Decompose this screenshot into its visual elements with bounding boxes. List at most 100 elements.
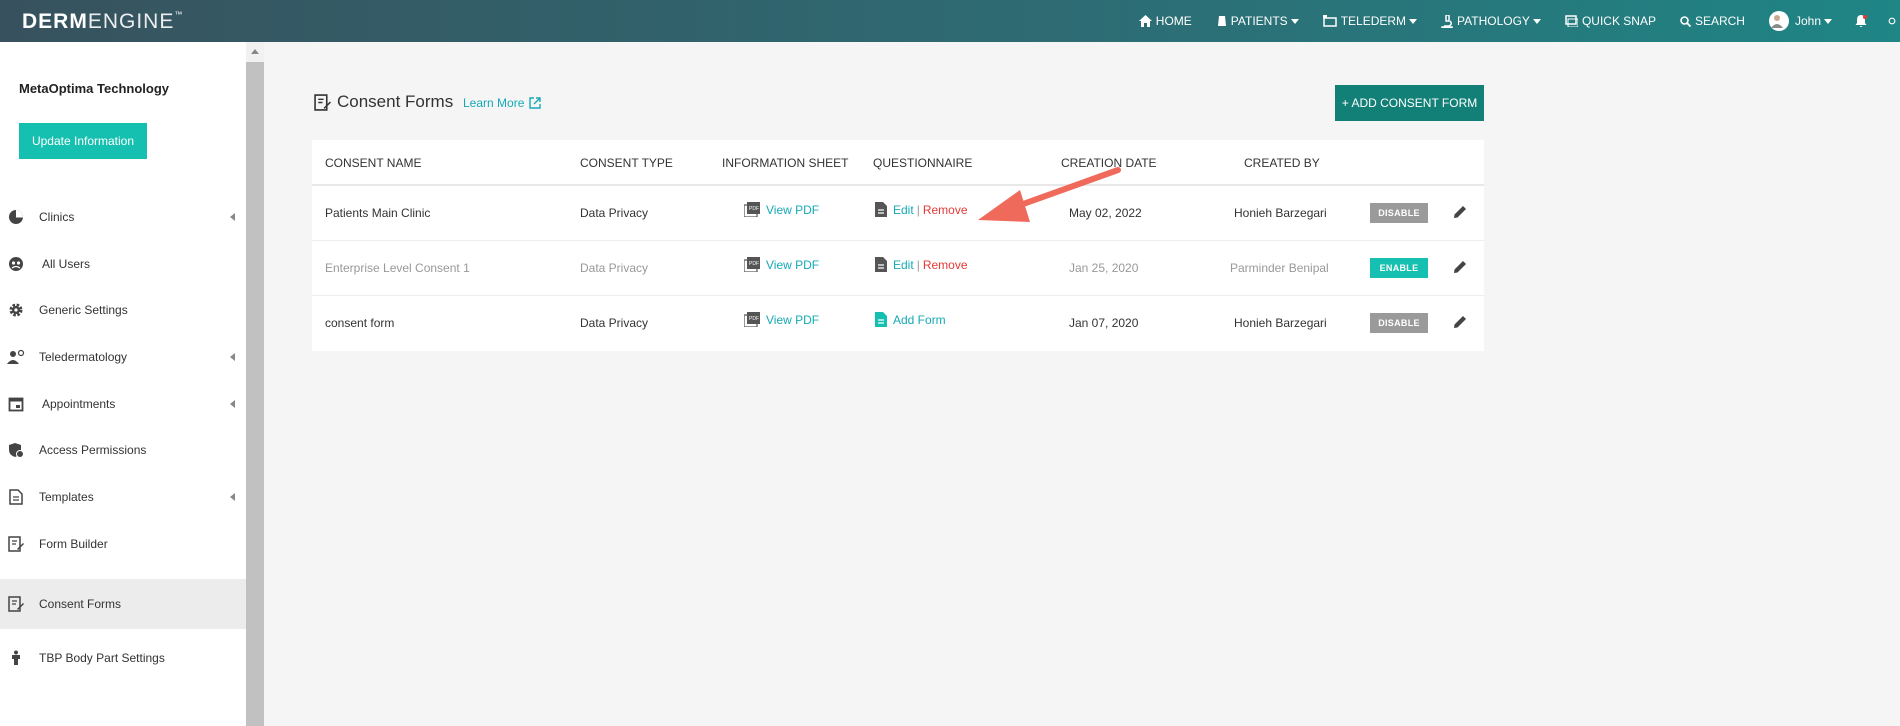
organization-name: MetaOptima Technology — [19, 81, 169, 96]
learn-more-link[interactable]: Learn More — [463, 96, 542, 110]
consent-type: Data Privacy — [580, 261, 649, 275]
document-icon — [7, 488, 25, 506]
disable-button[interactable]: DISABLE — [1370, 313, 1428, 333]
chevron-left-icon — [230, 400, 235, 408]
logo[interactable]: DERMENGINE™ — [22, 10, 183, 34]
scrollbar-thumb[interactable] — [246, 62, 264, 726]
add-consent-form-button[interactable]: + ADD CONSENT FORM — [1335, 85, 1484, 121]
questionnaire-edit-link[interactable]: Edit — [893, 258, 914, 272]
nav-more[interactable] — [1888, 14, 1900, 28]
view-pdf-label: View PDF — [766, 202, 820, 217]
patients-icon — [1217, 16, 1226, 26]
sidebar-item-generic-settings[interactable]: Generic Settings — [0, 287, 246, 333]
shield-icon — [7, 441, 25, 459]
nav-patients[interactable]: PATIENTS — [1216, 14, 1299, 28]
update-information-button[interactable]: Update Information — [19, 123, 147, 159]
settings-icon — [1888, 17, 1896, 25]
view-pdf-link[interactable]: PDF View PDF — [744, 312, 819, 327]
column-header-questionnaire[interactable]: QUESTIONNAIRE — [873, 156, 972, 170]
nav-quick-snap[interactable]: QUICK SNAP — [1565, 14, 1656, 28]
sidebar-item-access-permissions[interactable]: Access Permissions — [0, 427, 246, 473]
sidebar-item-appointments[interactable]: Appointments — [0, 381, 246, 427]
table-row: Patients Main Clinic Data Privacy PDF Vi… — [312, 186, 1484, 241]
column-header-consent-name[interactable]: CONSENT NAME — [325, 156, 421, 170]
nav-notifications[interactable] — [1854, 14, 1872, 28]
form-icon — [7, 535, 25, 553]
view-pdf-label: View PDF — [766, 257, 820, 272]
chevron-down-icon — [1409, 18, 1418, 24]
edit-pencil-icon[interactable] — [1452, 259, 1468, 280]
nav-user-menu[interactable]: John — [1768, 11, 1832, 31]
nav-pathology-label: PATHOLOGY — [1457, 14, 1530, 28]
sidebar-item-tbp-body-part-settings[interactable]: TBP Body Part Settings — [0, 635, 246, 681]
sidebar-item-label: Clinics — [39, 210, 75, 224]
add-document-icon — [875, 312, 887, 327]
svg-text:PDF: PDF — [749, 261, 759, 267]
sidebar-item-teledermatology[interactable]: Teledermatology — [0, 334, 246, 380]
nav-telederm-label: TELEDERM — [1340, 14, 1407, 28]
sidebar-scrollbar[interactable] — [246, 42, 264, 726]
telederm-icon — [1322, 15, 1337, 27]
avatar — [1768, 11, 1789, 31]
consent-name: Enterprise Level Consent 1 — [325, 261, 470, 275]
users-icon — [7, 255, 25, 273]
edit-form-icon — [7, 595, 25, 613]
created-by: Honieh Barzegari — [1234, 206, 1327, 220]
learn-more-label: Learn More — [463, 96, 525, 110]
disable-button[interactable]: DISABLE — [1370, 203, 1428, 223]
svg-text:PDF: PDF — [749, 316, 759, 322]
sidebar-item-templates[interactable]: Templates — [0, 474, 246, 520]
pdf-icon: PDF — [744, 257, 760, 272]
edit-pencil-icon[interactable] — [1452, 204, 1468, 225]
nav-telederm[interactable]: TELEDERM — [1322, 14, 1418, 28]
nav-search-label: SEARCH — [1694, 14, 1745, 28]
nav-patients-label: PATIENTS — [1230, 14, 1288, 28]
scroll-up-arrow-icon[interactable] — [251, 49, 259, 54]
view-pdf-link[interactable]: PDF View PDF — [744, 202, 819, 217]
top-navbar: DERMENGINE™ HOME PATIENTS TELEDERM PATHO… — [0, 0, 1900, 42]
user-avatar-icon — [1770, 15, 1783, 28]
doctor-icon — [7, 348, 25, 366]
sidebar-item-consent-forms[interactable]: Consent Forms — [0, 579, 246, 629]
questionnaire-edit-link[interactable]: Edit — [893, 203, 914, 217]
sidebar-item-label: Appointments — [42, 397, 116, 411]
add-form-link[interactable]: Add Form — [875, 312, 946, 327]
chevron-down-icon — [1824, 18, 1832, 24]
table-row: consent form Data Privacy PDF View PDF A… — [312, 296, 1484, 351]
questionnaire-cell: Edit | Remove — [875, 257, 968, 272]
separator: | — [916, 257, 920, 272]
sidebar: MetaOptima Technology Update Information… — [0, 42, 246, 726]
consent-type: Data Privacy — [580, 206, 649, 220]
view-pdf-link[interactable]: PDF View PDF — [744, 257, 819, 272]
column-header-consent-type[interactable]: CONSENT TYPE — [580, 156, 673, 170]
consent-forms-table: CONSENT NAME CONSENT TYPE INFORMATION SH… — [312, 140, 1484, 351]
sidebar-item-label: Generic Settings — [39, 303, 128, 317]
document-icon — [875, 257, 887, 272]
column-header-created-by[interactable]: CREATED BY — [1244, 156, 1320, 170]
add-form-label: Add Form — [893, 312, 946, 327]
column-header-information-sheet[interactable]: INFORMATION SHEET — [722, 156, 848, 170]
chevron-down-icon — [1290, 18, 1299, 24]
document-icon — [875, 202, 887, 217]
bell-icon — [1855, 15, 1867, 27]
nav-search[interactable]: SEARCH — [1680, 14, 1745, 28]
microscope-icon — [1441, 14, 1453, 28]
sidebar-item-all-users[interactable]: All Users — [0, 241, 246, 287]
enable-button[interactable]: ENABLE — [1370, 258, 1428, 278]
nav-home-label: HOME — [1155, 14, 1192, 28]
chevron-down-icon — [1532, 18, 1541, 24]
sidebar-item-form-builder[interactable]: Form Builder — [0, 521, 246, 567]
gear-icon — [7, 301, 25, 319]
nav-quick-snap-label: QUICK SNAP — [1581, 14, 1656, 28]
sidebar-item-label: All Users — [42, 257, 91, 271]
sidebar-item-label: Access Permissions — [39, 443, 147, 457]
main-nav: HOME PATIENTS TELEDERM PATHOLOGY QUICK S… — [1115, 0, 1900, 42]
sidebar-item-clinics[interactable]: Clinics — [0, 194, 246, 240]
logo-thin: ENGINE — [87, 10, 175, 33]
nav-pathology[interactable]: PATHOLOGY — [1441, 14, 1541, 28]
sidebar-item-label: Form Builder — [39, 537, 108, 551]
nav-home[interactable]: HOME — [1138, 14, 1192, 28]
edit-pencil-icon[interactable] — [1452, 314, 1468, 335]
pdf-icon: PDF — [744, 202, 760, 217]
questionnaire-remove-link[interactable]: Remove — [923, 258, 968, 272]
